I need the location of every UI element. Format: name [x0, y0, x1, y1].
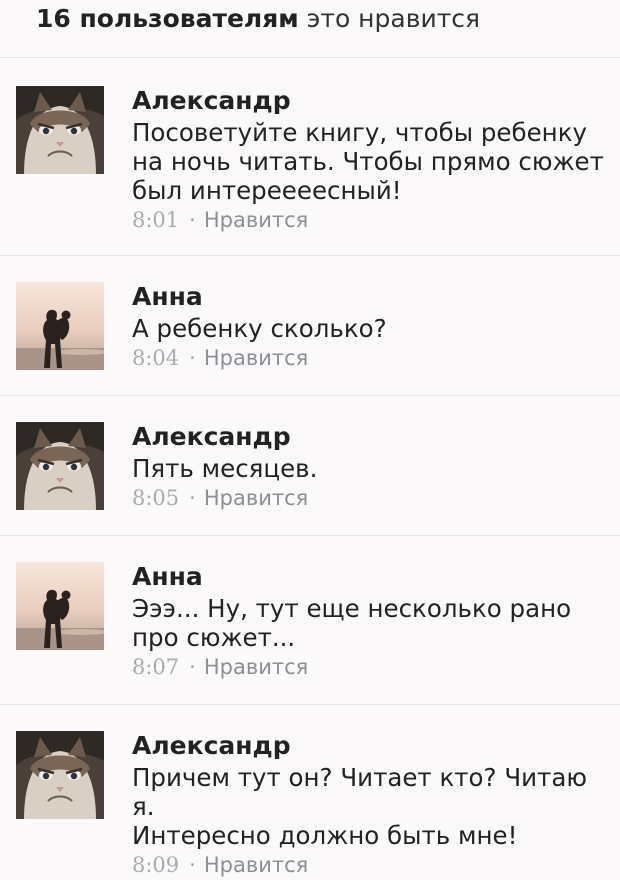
like-button[interactable]: Нравится: [204, 346, 308, 370]
likes-header: 16 пользователям это нравится: [0, 0, 620, 58]
comment-item: Александр Пять месяцев. 8:05 · Нравится: [0, 396, 620, 536]
meta-separator: ·: [189, 346, 196, 370]
comment-body: Анна А ребенку сколько? 8:04 · Нравится: [132, 280, 616, 373]
comment-text: Посоветуйте книгу, чтобы ребенку на ночь…: [132, 118, 604, 205]
like-button[interactable]: Нравится: [204, 486, 308, 510]
comment-body: Александр Посоветуйте книгу, чтобы ребен…: [132, 84, 616, 235]
meta-separator: ·: [189, 486, 196, 510]
comment-time[interactable]: 8:05: [132, 486, 179, 510]
like-button[interactable]: Нравится: [204, 853, 308, 877]
comment-item: Анна Эээ... Ну, тут еще несколько рано п…: [0, 536, 620, 705]
avatar-couple[interactable]: [16, 562, 104, 650]
comment-author[interactable]: Александр: [132, 420, 616, 454]
likes-count[interactable]: 16 пользователям: [36, 4, 299, 33]
comment-meta: 8:07 · Нравится: [132, 652, 616, 682]
comment-time[interactable]: 8:07: [132, 655, 179, 679]
like-button[interactable]: Нравится: [204, 208, 308, 232]
comment-author[interactable]: Анна: [132, 280, 616, 314]
comment-text: Причем тут он? Читает кто? Читаю я. Инте…: [132, 763, 587, 850]
comment-author[interactable]: Анна: [132, 560, 616, 594]
comment-meta: 8:04 · Нравится: [132, 343, 616, 373]
comment-author[interactable]: Александр: [132, 84, 616, 118]
comment-meta: 8:09 · Нравится: [132, 850, 616, 880]
comment-time[interactable]: 8:04: [132, 346, 179, 370]
meta-separator: ·: [189, 853, 196, 877]
comment-body: Анна Эээ... Ну, тут еще несколько рано п…: [132, 560, 616, 682]
like-button[interactable]: Нравится: [204, 655, 308, 679]
comment-item: Александр Причем тут он? Читает кто? Чит…: [0, 705, 620, 877]
comment-item: Александр Посоветуйте книгу, чтобы ребен…: [0, 58, 620, 256]
comment-text: Эээ... Ну, тут еще несколько рано про сю…: [132, 594, 572, 652]
comment-time[interactable]: 8:01: [132, 208, 179, 232]
avatar-cat[interactable]: [16, 86, 104, 174]
comment-text: Пять месяцев.: [132, 454, 318, 483]
avatar-cat[interactable]: [16, 731, 104, 819]
comment-item: Анна А ребенку сколько? 8:04 · Нравится: [0, 256, 620, 396]
comment-meta: 8:05 · Нравится: [132, 483, 616, 513]
comment-time[interactable]: 8:09: [132, 853, 179, 877]
avatar-cat[interactable]: [16, 422, 104, 510]
meta-separator: ·: [189, 655, 196, 679]
comment-text: А ребенку сколько?: [132, 314, 387, 343]
comment-body: Александр Пять месяцев. 8:05 · Нравится: [132, 420, 616, 513]
comment-author[interactable]: Александр: [132, 729, 616, 763]
comment-body: Александр Причем тут он? Читает кто? Чит…: [132, 729, 616, 880]
comment-meta: 8:01 · Нравится: [132, 205, 616, 235]
meta-separator: ·: [189, 208, 196, 232]
avatar-couple[interactable]: [16, 282, 104, 370]
likes-suffix: это нравится: [306, 4, 481, 33]
